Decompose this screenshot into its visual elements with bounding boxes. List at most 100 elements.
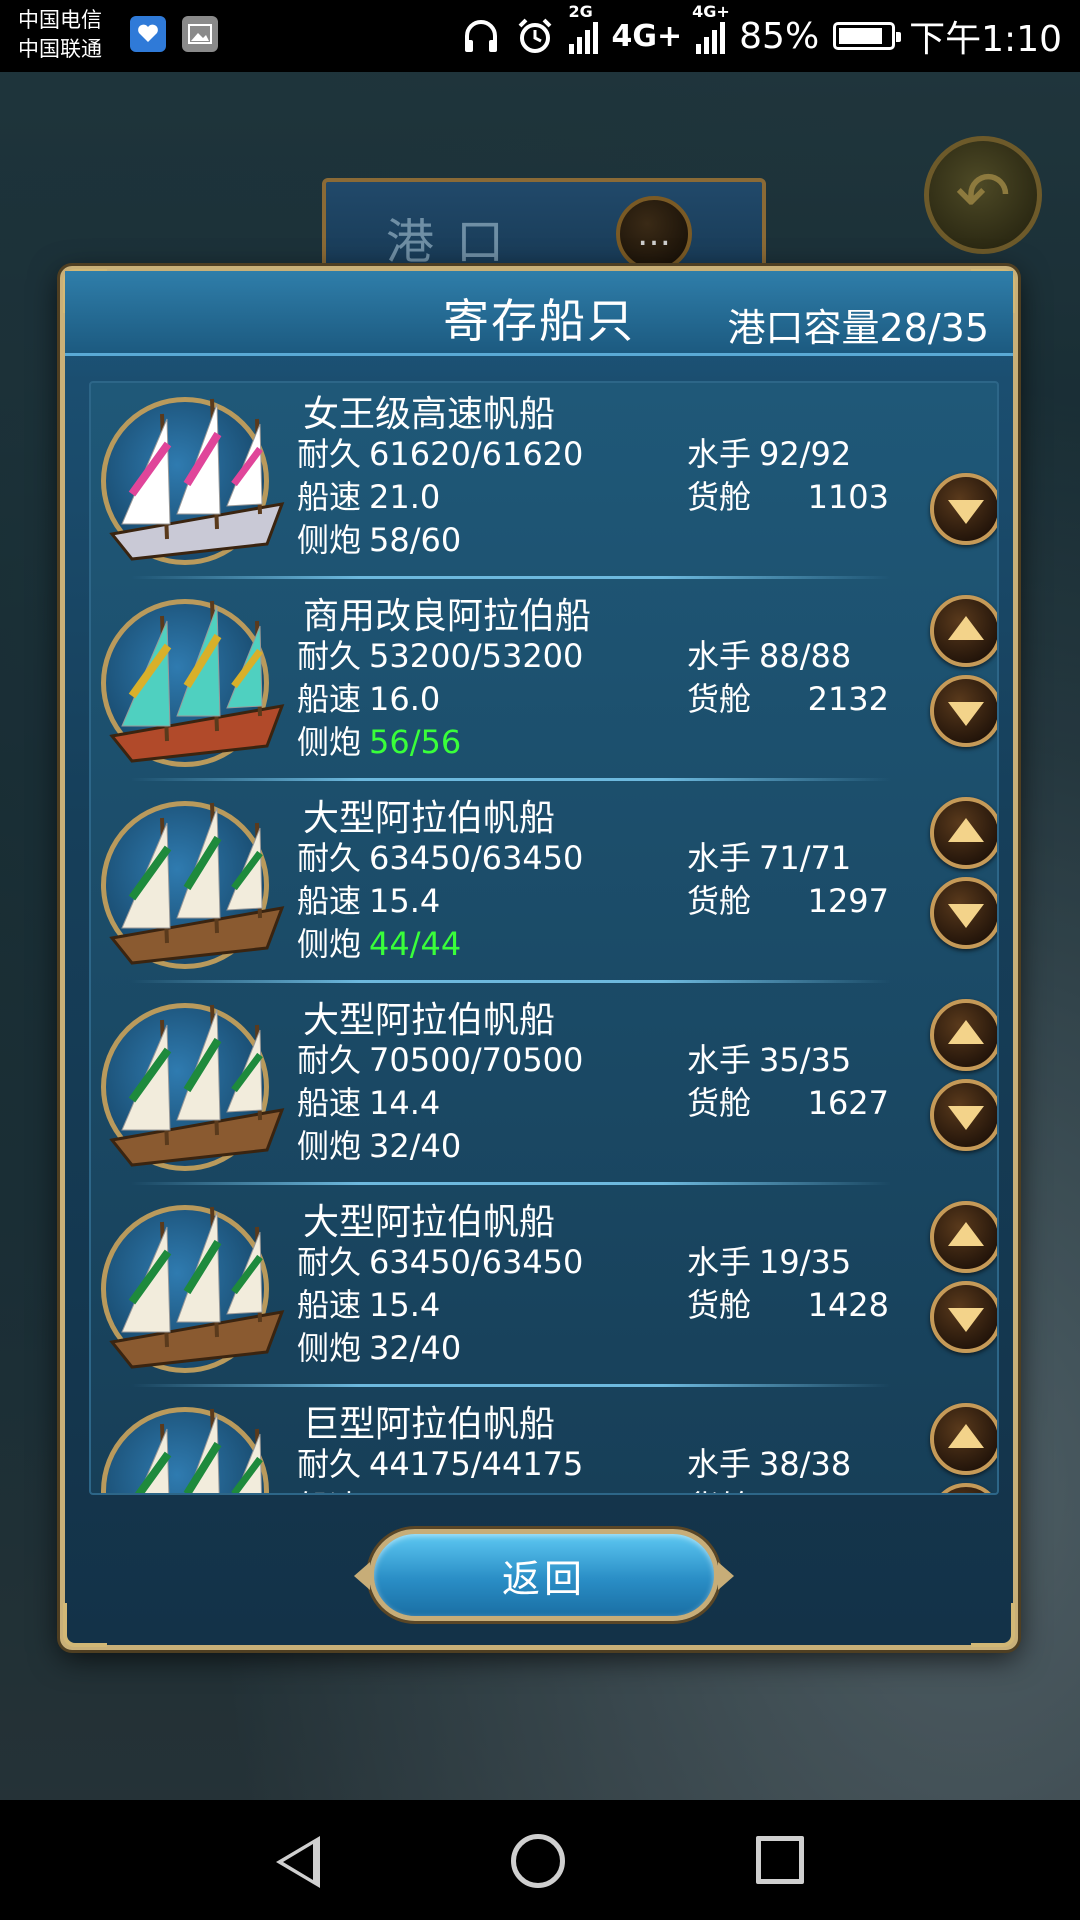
durability-stat: 耐久 61620/61620 <box>297 429 583 475</box>
speed-label: 船速 <box>297 478 362 516</box>
nav-home-icon[interactable] <box>511 1834 565 1888</box>
sailors-label: 水手 <box>687 637 752 675</box>
stored-ships-dialog: 寄存船只 港口容量28/35 女王级高速帆船 耐久 61620/61620 船速 21.… <box>60 266 1018 1650</box>
return-button[interactable]: 返回 <box>354 1529 734 1621</box>
move-up-button[interactable] <box>930 999 997 1071</box>
ship-row[interactable]: 大型阿拉伯帆船 耐久 70500/70500 船速 14.4 侧炮 32/40 水手 35/35… <box>91 983 997 1185</box>
capacity-value: 28/35 <box>879 306 989 350</box>
move-down-button[interactable] <box>930 877 997 949</box>
nav-recent-icon[interactable] <box>756 1836 804 1884</box>
durability-stat: 耐久 63450/63450 <box>297 1237 583 1283</box>
cannons-value: 44/44 <box>369 925 462 963</box>
move-up-button[interactable] <box>930 1201 997 1273</box>
arrow-up-icon <box>948 1020 984 1044</box>
corner-ornament <box>971 1603 1015 1647</box>
move-down-button[interactable] <box>930 1079 997 1151</box>
speed-label: 船速 <box>297 882 362 920</box>
cargo-value: 2132 <box>807 680 890 718</box>
arrow-down-icon <box>948 500 984 524</box>
speed-value: 14.4 <box>369 1084 441 1122</box>
health-app-icon <box>130 16 166 52</box>
signal-icon-2 <box>696 18 726 54</box>
signal-icon <box>568 18 598 54</box>
cargo-stat: 货舱 1103 <box>687 472 889 518</box>
move-down-button[interactable] <box>930 473 997 545</box>
nav-back-icon[interactable] <box>276 1836 320 1888</box>
durability-stat: 耐久 44175/44175 <box>297 1439 583 1485</box>
dialog-header: 寄存船只 港口容量28/35 <box>65 271 1013 356</box>
cargo-stat: 货舱 1297 <box>687 876 889 922</box>
move-down-button[interactable] <box>930 1483 997 1493</box>
ship-row[interactable]: 大型阿拉伯帆船 耐久 63450/63450 船速 15.4 侧炮 32/40 水手 19/35… <box>91 1185 997 1387</box>
cargo-stat: 货舱 <box>687 1482 889 1493</box>
move-up-button[interactable] <box>930 797 997 869</box>
cargo-value: 1297 <box>807 882 890 920</box>
durability-label: 耐久 <box>297 1041 362 1079</box>
speed-stat: 船速 15.4 <box>297 876 440 922</box>
cargo-label: 货舱 <box>687 882 752 920</box>
speed-stat: 船速 14.4 <box>297 1078 440 1124</box>
battery-icon <box>833 22 902 50</box>
network-4g: 4G+ <box>612 19 683 54</box>
durability-stat: 耐久 63450/63450 <box>297 833 583 879</box>
cannons-label: 侧炮 <box>297 1127 362 1165</box>
cannons-stat: 侧炮 58/60 <box>297 515 461 561</box>
speed-label: 船速 <box>297 680 362 718</box>
capacity-label: 港口容量 <box>727 306 880 350</box>
back-arrow-icon[interactable]: ↶ <box>924 136 1042 254</box>
cargo-stat: 货舱 2132 <box>687 674 889 720</box>
cannons-label: 侧炮 <box>297 521 362 559</box>
chat-bubble-icon[interactable]: … <box>616 196 692 272</box>
gallery-icon <box>182 16 218 52</box>
cannons-label: 侧炮 <box>297 1329 362 1367</box>
sailors-value: 92/92 <box>759 435 852 473</box>
sailors-stat: 水手 35/35 <box>687 1035 851 1081</box>
cargo-value: 1428 <box>807 1286 890 1324</box>
speed-label: 船速 <box>297 1084 362 1122</box>
arrow-down-icon <box>948 904 984 928</box>
move-down-button[interactable] <box>930 675 997 747</box>
ship-row[interactable]: 商用改良阿拉伯船 耐久 53200/53200 船速 16.0 侧炮 56/56 水手 88/8… <box>91 579 997 781</box>
move-up-button[interactable] <box>930 1403 997 1475</box>
cannons-value: 32/40 <box>369 1329 462 1367</box>
cannons-label: 侧炮 <box>297 925 362 963</box>
arrow-up-icon <box>948 818 984 842</box>
speed-value: 16.0 <box>369 680 441 718</box>
speed-value: 21.0 <box>369 478 441 516</box>
sailors-label: 水手 <box>687 435 752 473</box>
navigation-bar <box>0 1800 1080 1920</box>
ship-row[interactable]: 巨型阿拉伯帆船耐久44175/44175船速侧炮水手38/38货舱 <box>91 1387 997 1493</box>
cargo-value: 1627 <box>807 1084 890 1122</box>
ship-list[interactable]: 女王级高速帆船 耐久 61620/61620 船速 21.0 侧炮 58/60 水手 92/92… <box>89 381 999 1495</box>
sailors-stat: 水手 88/88 <box>687 631 851 677</box>
move-up-button[interactable] <box>930 595 997 667</box>
clock: 下午1:10 <box>909 19 1062 60</box>
corner-ornament <box>63 1603 107 1647</box>
sailors-stat: 水手 92/92 <box>687 429 851 475</box>
cannons-label: 侧炮 <box>297 723 362 761</box>
cannons-stat: 侧炮 56/56 <box>297 717 461 763</box>
durability-label: 耐久 <box>297 637 362 675</box>
ship-row[interactable]: 女王级高速帆船 耐久 61620/61620 船速 21.0 侧炮 58/60 水手 92/92… <box>91 383 997 579</box>
speed-stat: 船速 16.0 <box>297 674 440 720</box>
durability-value: 63450/63450 <box>369 839 584 877</box>
durability-value: 53200/53200 <box>369 637 584 675</box>
ship-portrait <box>101 1407 269 1493</box>
cannons-stat: 侧炮 32/40 <box>297 1121 461 1167</box>
network-4g-label: 4G+ <box>611 18 683 54</box>
cargo-label: 货舱 <box>687 1286 752 1324</box>
status-right: 2G 4G+ 4G+ 85% 下午1:10 <box>461 0 1080 72</box>
move-down-button[interactable] <box>930 1281 997 1353</box>
arrow-up-icon <box>948 1424 984 1448</box>
ship-portrait <box>101 397 285 565</box>
arrow-down-icon <box>948 702 984 726</box>
ship-row[interactable]: 大型阿拉伯帆船 耐久 63450/63450 船速 15.4 侧炮 44/44 水手 71/71… <box>91 781 997 983</box>
durability-stat: 耐久 53200/53200 <box>297 631 583 677</box>
arrow-up-icon <box>948 616 984 640</box>
cannons-value: 32/40 <box>369 1127 462 1165</box>
cargo-label: 货舱 <box>687 1488 751 1493</box>
sailors-value: 38/38 <box>759 1445 852 1483</box>
network-4g-small-label: 4G+ <box>692 2 730 21</box>
speed-value: 15.4 <box>369 882 441 920</box>
ship-portrait <box>101 599 285 767</box>
